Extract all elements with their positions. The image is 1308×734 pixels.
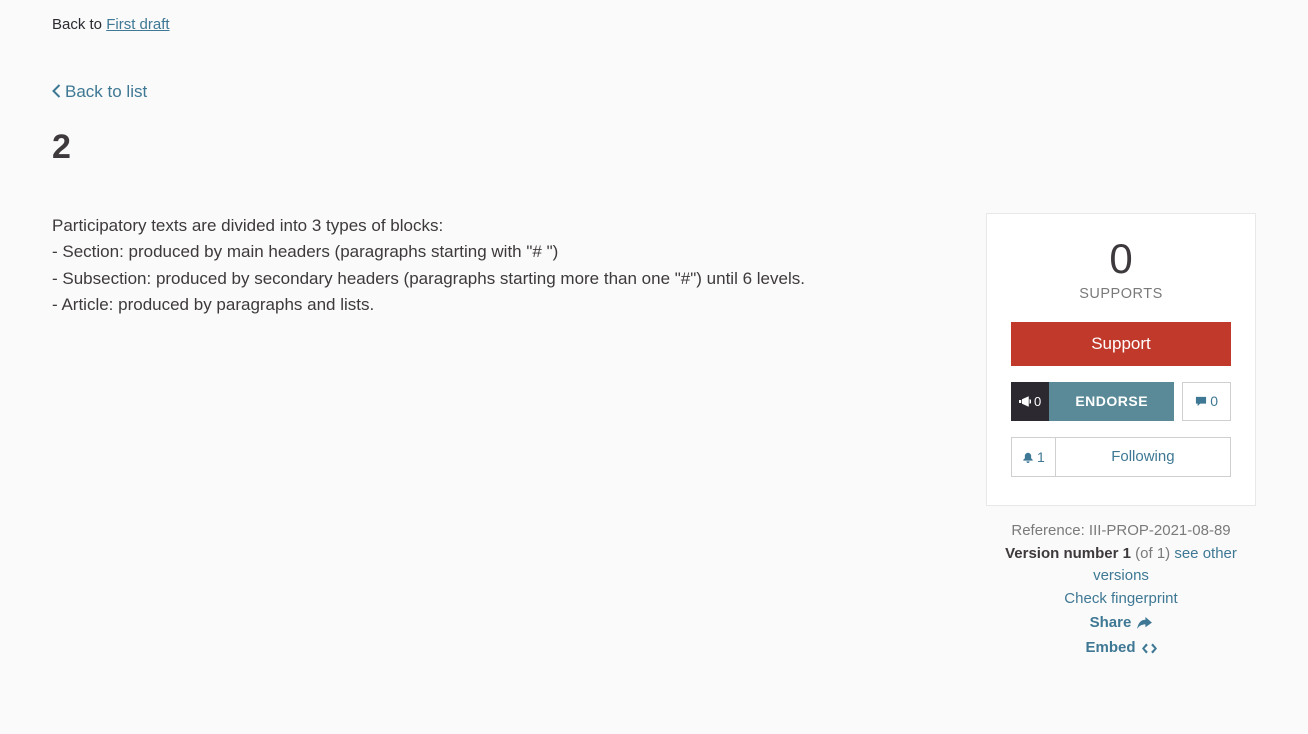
back-to-list-label: Back to list xyxy=(65,79,147,105)
endorse-compound: 0 ENDORSE xyxy=(1011,382,1174,421)
meta-block: Reference: III-PROP-2021-08-89 Version n… xyxy=(986,520,1256,659)
follow-compound: 1 Following xyxy=(1011,437,1231,478)
page-title: 2 xyxy=(52,122,1256,173)
supports-count: 0 xyxy=(1011,238,1231,280)
breadcrumb-link[interactable]: First draft xyxy=(106,16,169,33)
comment-icon xyxy=(1195,396,1207,407)
chevron-left-icon xyxy=(52,84,61,98)
reference-label: Reference: xyxy=(1011,522,1089,539)
comments-count: 0 xyxy=(1210,393,1218,409)
check-fingerprint-link[interactable]: Check fingerprint xyxy=(1064,590,1177,607)
followers-count: 1 xyxy=(1012,438,1056,477)
version-of: (of 1) xyxy=(1131,545,1174,562)
breadcrumb-prefix: Back to xyxy=(52,16,106,33)
back-to-list-link[interactable]: Back to list xyxy=(52,79,147,105)
reference-value: III-PROP-2021-08-89 xyxy=(1089,522,1231,539)
body-line: - Article: produced by paragraphs and li… xyxy=(52,292,926,318)
body-line: - Subsection: produced by secondary head… xyxy=(52,266,926,292)
bell-icon xyxy=(1022,452,1034,463)
article-body: Participatory texts are divided into 3 t… xyxy=(52,213,926,318)
endorse-button[interactable]: ENDORSE xyxy=(1049,382,1174,421)
comments-button[interactable]: 0 xyxy=(1182,382,1231,421)
following-button[interactable]: Following xyxy=(1056,438,1230,477)
support-button[interactable]: Support xyxy=(1011,322,1231,366)
supports-label: SUPPORTS xyxy=(1011,284,1231,306)
share-icon xyxy=(1137,617,1152,630)
code-icon xyxy=(1142,642,1157,655)
megaphone-icon xyxy=(1019,396,1031,407)
share-button[interactable]: Share xyxy=(1090,612,1153,635)
body-line: - Section: produced by main headers (par… xyxy=(52,239,926,265)
breadcrumb: Back to First draft xyxy=(52,14,1256,37)
endorse-count: 0 xyxy=(1011,382,1049,421)
support-card: 0 SUPPORTS Support 0 ENDORSE 0 xyxy=(986,213,1256,506)
version-label: Version number 1 xyxy=(1005,545,1131,562)
body-line: Participatory texts are divided into 3 t… xyxy=(52,213,926,239)
embed-button[interactable]: Embed xyxy=(1085,637,1156,660)
